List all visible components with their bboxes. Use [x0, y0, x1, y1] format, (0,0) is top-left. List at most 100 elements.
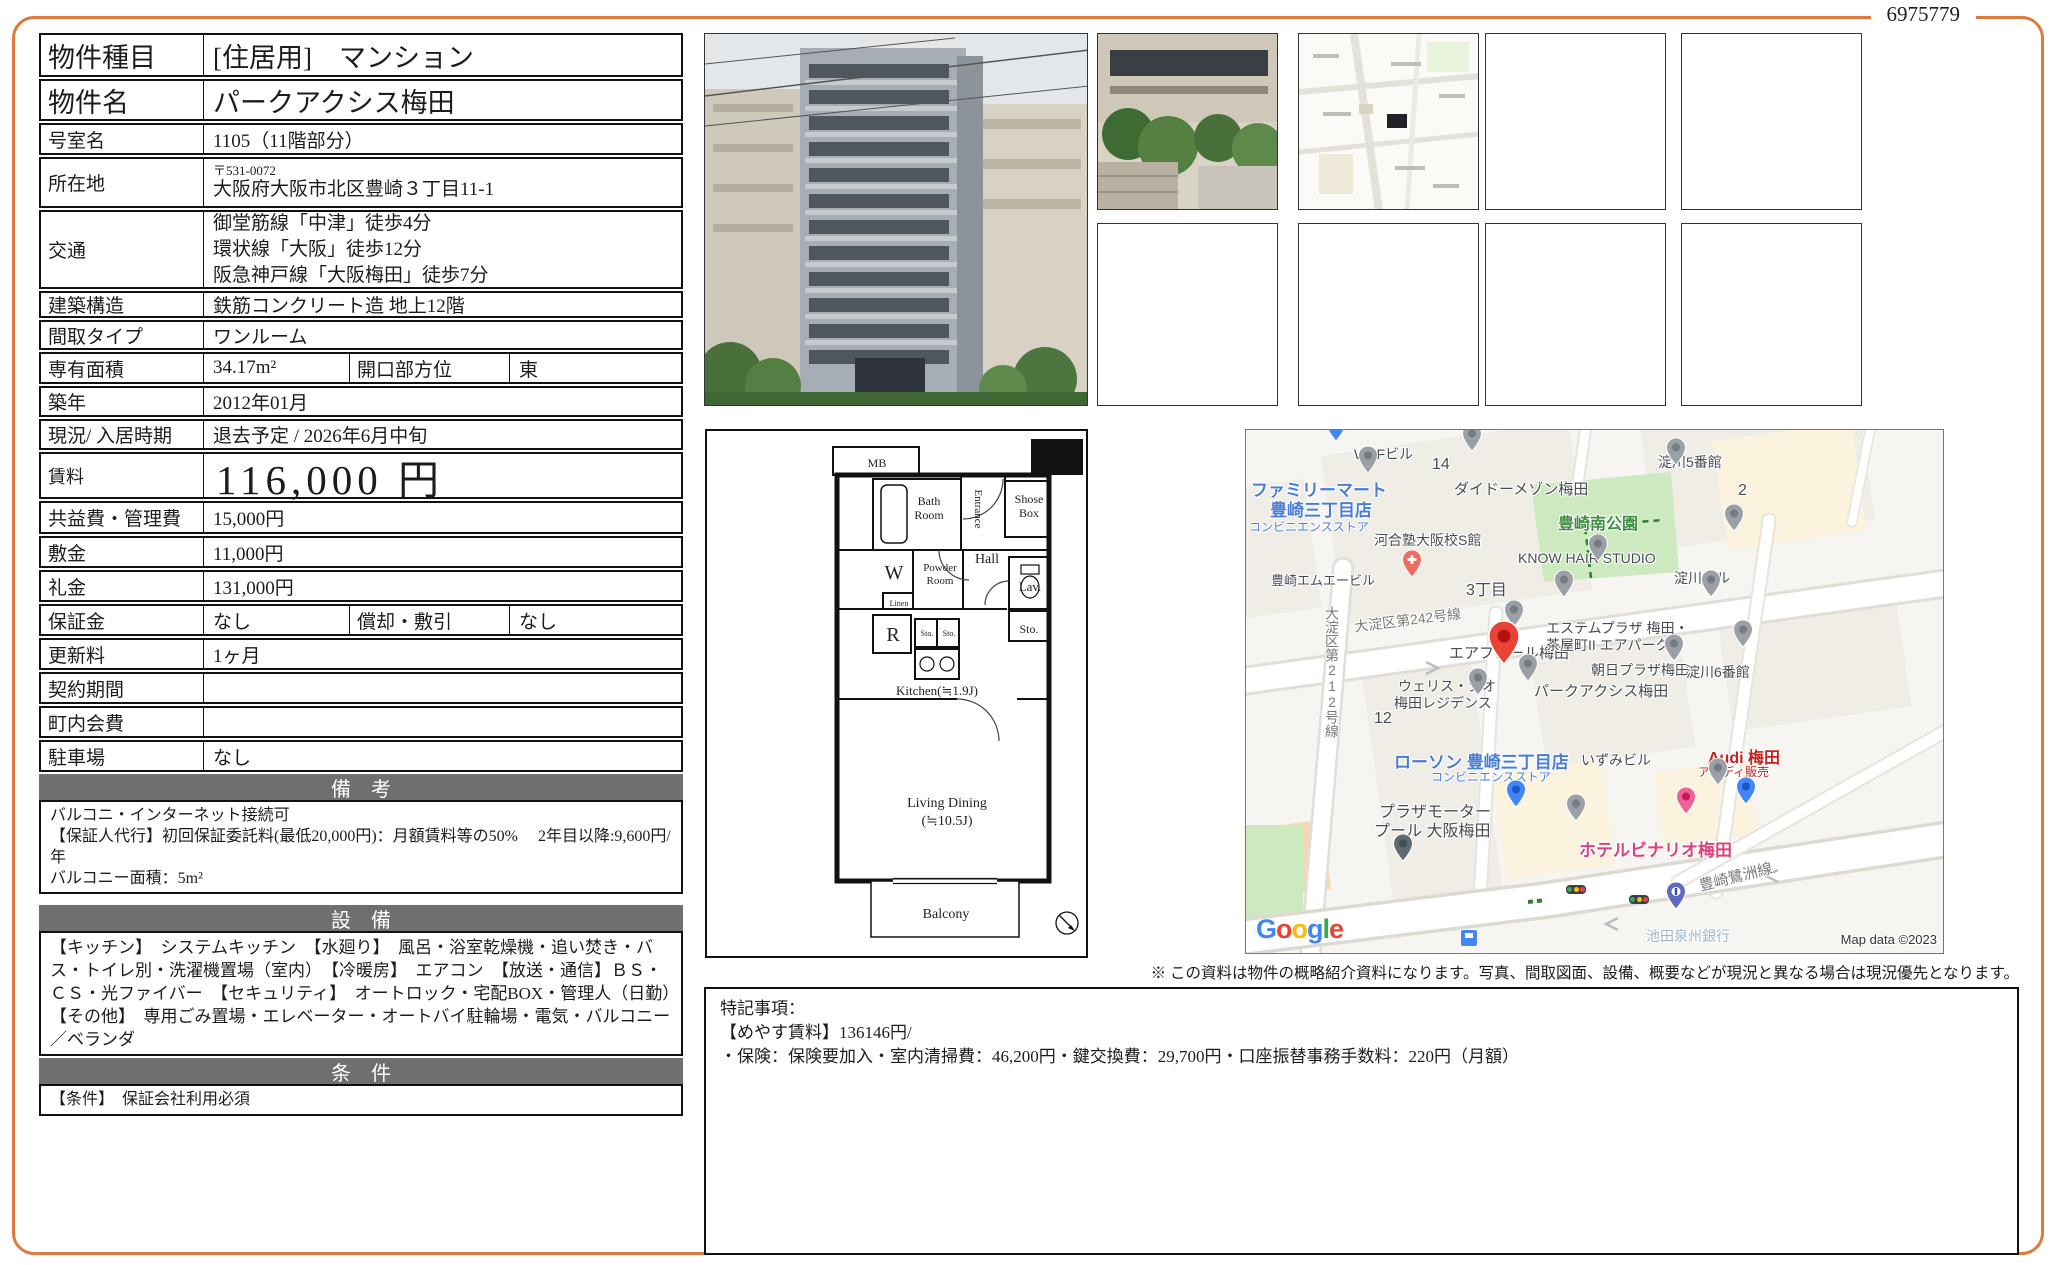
- table-row: 共益費・管理費15,000円: [39, 501, 683, 534]
- floor-plan: MBBathRoomEntranceShoseBoxWPowderRoomHal…: [705, 429, 1088, 958]
- special-notes-line: 【めやす賃料】136146円/: [720, 1021, 2003, 1045]
- map-place-label: 茶屋町II エアパークス: [1546, 635, 1683, 655]
- address-text: 大阪府大阪市北区豊崎３丁目11-1: [213, 179, 494, 201]
- section-line: バルコニ・インターネット接続可: [50, 805, 672, 826]
- map-pin: [1676, 787, 1696, 820]
- row-label: 開口部方位: [350, 354, 510, 382]
- map-place-label: プール 大阪梅田: [1374, 817, 1490, 841]
- map-place-label: 豊崎エムエービル: [1271, 570, 1375, 589]
- traffic-light-icon: [1566, 885, 1586, 894]
- map-thumbnail-illustration: [1299, 34, 1479, 210]
- table-row: 契約期間: [39, 672, 683, 704]
- entrance-photo-illustration: [1098, 34, 1278, 210]
- map-pin: [1462, 429, 1482, 457]
- row-label: 敷金: [41, 538, 204, 566]
- table-row: 建築構造鉄筋コンクリート造 地上12階: [39, 291, 683, 318]
- google-logo: Google: [1256, 914, 1343, 945]
- transit-line: 環状線「大阪」徒歩12分: [213, 237, 422, 263]
- room-label: Balcony: [923, 907, 970, 922]
- map-place-label: 豊崎南公園: [1558, 510, 1638, 534]
- google-logo-letter: o: [1292, 914, 1308, 944]
- photo-placeholder: [1485, 33, 1666, 210]
- photo-placeholder: [1681, 223, 1862, 406]
- map-place-label: 3丁目: [1466, 576, 1507, 600]
- row-value: なし: [510, 606, 681, 634]
- row-value: なし: [204, 606, 350, 634]
- table-row: 賃料116,000 円: [39, 452, 683, 499]
- property-location-pin: [1488, 621, 1520, 671]
- building-photo: [704, 33, 1088, 406]
- table-row: 専有面積34.17m²開口部方位東: [39, 352, 683, 384]
- room-label: (≒10.5J): [921, 814, 972, 829]
- special-notes: 特記事項： 【めやす賃料】136146円/・保険：保険要加入・室内清掃費：46,…: [704, 987, 2019, 1255]
- map-pin: [1724, 504, 1744, 537]
- photo-placeholder: [1485, 223, 1666, 406]
- row-value: 1ヶ月: [204, 640, 681, 668]
- room-label: Linen: [890, 599, 909, 608]
- row-label: 更新料: [41, 640, 204, 668]
- map-pin: [1358, 446, 1378, 479]
- special-notes-lines: 【めやす賃料】136146円/・保険：保険要加入・室内清掃費：46,200円・鍵…: [720, 1021, 2003, 1069]
- map-place-label: 14: [1432, 456, 1450, 474]
- map-pin: [1588, 534, 1608, 567]
- map-place-label: KNOW HAIR STUDIO: [1518, 550, 1656, 566]
- room-label: W: [885, 562, 904, 584]
- map-pin: [1708, 758, 1728, 791]
- row-value: なし: [204, 742, 681, 770]
- row-value: パークアクシス梅田: [204, 81, 681, 119]
- row-value: 1105（11階部分）: [204, 125, 681, 153]
- table-row: 物件種目[住居用] マンション: [39, 33, 683, 77]
- row-label: 築年: [41, 388, 204, 415]
- map-thumbnail: [1298, 33, 1479, 210]
- map-pin: [1666, 882, 1686, 915]
- section-body: バルコニ・インターネット接続可【保証人代行】初回保証委託料(最低20,000円)…: [39, 800, 683, 894]
- entrance-photo: [1097, 33, 1278, 210]
- disclaimer-note: ※ この資料は物件の概略紹介資料になります。写真、間取図面、設備、概要などが現況…: [1151, 961, 2019, 983]
- special-notes-line: ・保険：保険要加入・室内清掃費：46,200円・鍵交換費：29,700円・口座振…: [720, 1045, 2003, 1069]
- google-logo-letter: e: [1329, 914, 1343, 944]
- google-logo-letter: G: [1256, 914, 1276, 944]
- bus-stop-icon: [1460, 929, 1478, 947]
- traffic-light-icon: [1629, 895, 1649, 904]
- map-place-label: コンビニエンスストア: [1249, 518, 1369, 535]
- building-photo-illustration: [705, 34, 1088, 406]
- row-value: 東: [510, 354, 681, 382]
- photo-placeholder: [1298, 223, 1479, 406]
- row-value: [住居用] マンション: [204, 35, 681, 75]
- map-pin: [1518, 654, 1538, 687]
- row-label: 町内会費: [41, 708, 204, 736]
- section-header: 備 考: [39, 774, 683, 800]
- property-table: 物件種目[住居用] マンション物件名パークアクシス梅田号室名1105（11階部分…: [39, 33, 683, 1116]
- row-label: 現況/ 入居時期: [41, 421, 204, 448]
- room-label: Sto.: [943, 629, 956, 638]
- map-pin: [1666, 438, 1686, 471]
- map-place-label: いずみビル: [1581, 750, 1651, 770]
- row-label: 建築構造: [41, 293, 204, 316]
- row-label: 物件名: [41, 81, 204, 119]
- map-place-label: 池田泉州銀行: [1646, 926, 1730, 946]
- table-row: 間取タイプワンルーム: [39, 320, 683, 350]
- map-place-label: 大淀区第212号線: [1322, 606, 1342, 738]
- map-place-label: 淀川6番館: [1686, 662, 1750, 682]
- row-value: 〒531-0072大阪府大阪市北区豊崎３丁目11-1: [204, 159, 681, 206]
- google-logo-letter: o: [1276, 914, 1292, 944]
- room-label: Sto.: [921, 629, 934, 638]
- map-attribution: Map data ©2023: [1841, 932, 1937, 947]
- map-pin: [1402, 550, 1422, 583]
- row-label: 所在地: [41, 159, 204, 206]
- row-value: 退去予定 / 2026年6月中旬: [204, 421, 681, 448]
- room-label: MB: [868, 456, 887, 470]
- map-pin: [1664, 634, 1684, 667]
- map-pin: [1566, 794, 1586, 827]
- section-body: 【条件】 保証会社利用必須: [39, 1084, 683, 1116]
- row-label: 礼金: [41, 572, 204, 600]
- rent-value: 116,000 円: [204, 454, 681, 497]
- section-line: 【キッチン】 システムキッチン 【水廻り】 風呂・浴室乾燥機・追い焚き・バス・ト…: [50, 936, 672, 1051]
- document-number: 6975779: [1871, 2, 1977, 27]
- row-value: ワンルーム: [204, 322, 681, 348]
- photo-placeholder: [1681, 33, 1862, 210]
- row-label: 契約期間: [41, 674, 204, 702]
- room-label: Entrance: [972, 489, 984, 528]
- neighborhood-map: ファミリーマート豊崎三丁目店コンビニエンスストアWBFビル14ダイドーメゾン梅田…: [1245, 429, 1944, 954]
- room-label: PowderRoom: [923, 562, 957, 587]
